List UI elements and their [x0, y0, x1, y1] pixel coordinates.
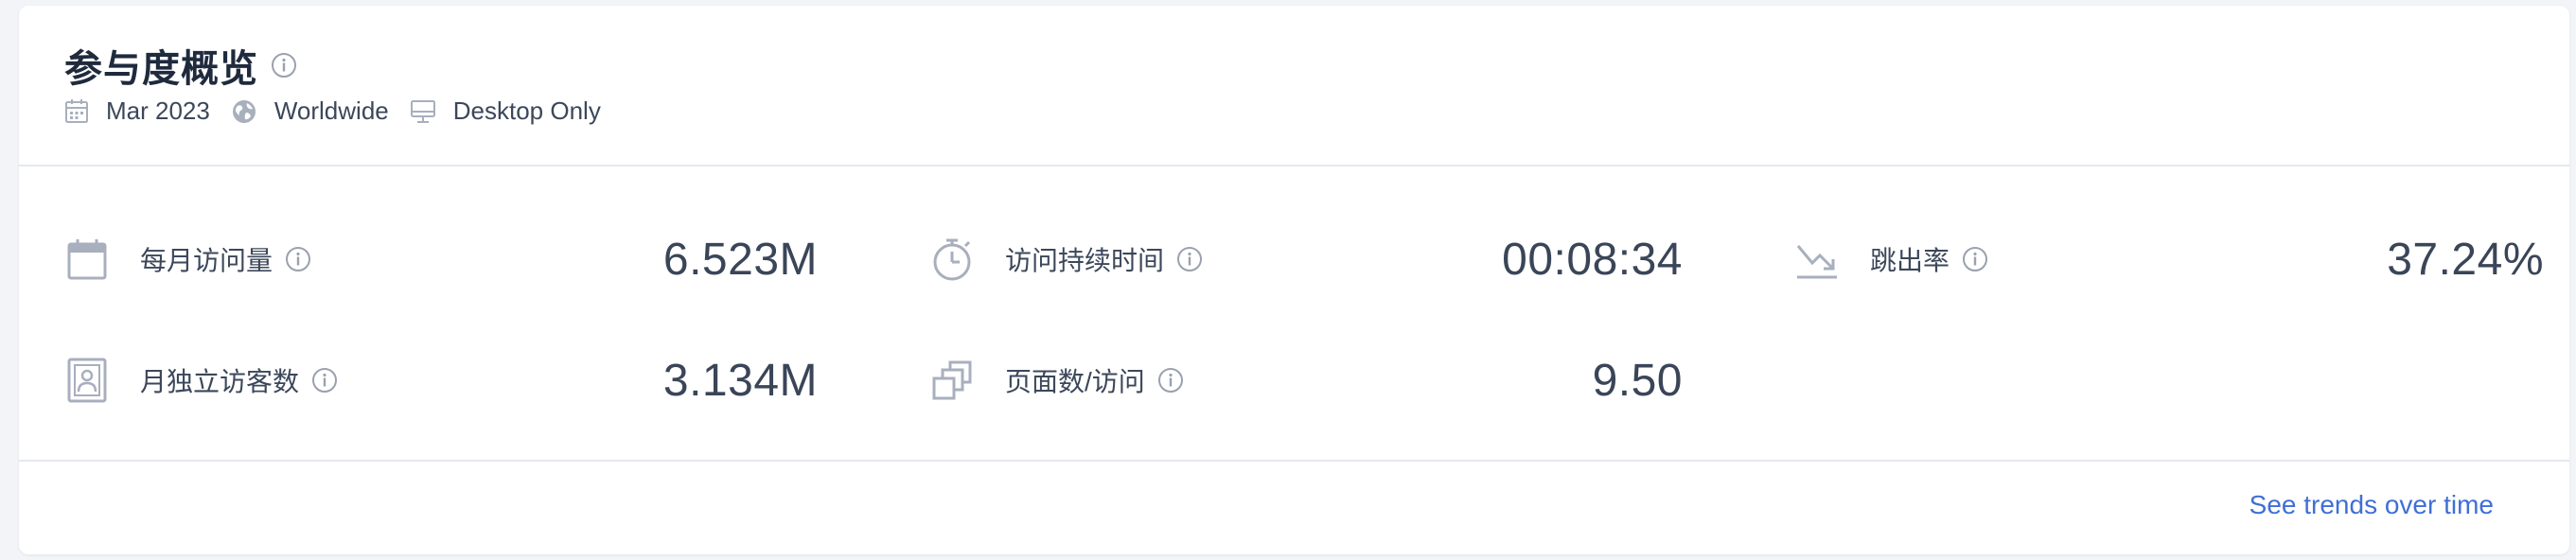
metric-value: 00:08:34	[1502, 234, 1683, 285]
metric-visit-duration: 访问持续时间 00:08:34	[929, 231, 1683, 288]
desktop-icon	[410, 99, 435, 123]
engagement-overview-card: 参与度概览 Mar 2023 Worldwide Desktop Only 每月…	[19, 6, 2569, 554]
filter-meta-row: Mar 2023 Worldwide Desktop Only	[64, 96, 622, 126]
metric-value: 3.134M	[662, 355, 818, 406]
bounce-arrow-icon	[1794, 236, 1840, 282]
info-icon[interactable]	[310, 366, 339, 394]
info-icon[interactable]	[1175, 245, 1204, 273]
see-trends-link[interactable]: See trends over time	[2250, 490, 2494, 520]
region-label: Worldwide	[273, 96, 389, 125]
date-filter: Mar 2023	[64, 96, 210, 126]
stopwatch-icon	[929, 236, 975, 282]
info-icon[interactable]	[1156, 366, 1185, 394]
info-icon[interactable]	[284, 245, 312, 273]
device-label: Desktop Only	[452, 96, 601, 125]
metric-label: 跳出率	[1870, 246, 1950, 275]
metric-label: 访问持续时间	[1005, 246, 1165, 275]
device-filter: Desktop Only	[410, 96, 601, 126]
metric-bounce-rate: 跳出率 37.24%	[1794, 231, 2544, 288]
globe-icon	[232, 99, 256, 123]
metric-value: 9.50	[1592, 355, 1683, 406]
title-row: 参与度概览	[64, 38, 298, 93]
calendar-small-icon	[65, 98, 88, 123]
metric-label: 页面数/访问	[1005, 367, 1145, 396]
metric-monthly-visits: 每月访问量 6.523M	[64, 231, 818, 288]
card-header: 参与度概览 Mar 2023 Worldwide Desktop Only	[19, 6, 2569, 166]
date-label: Mar 2023	[106, 96, 210, 125]
metric-pages-per-visit: 页面数/访问 9.50	[929, 352, 1683, 409]
metric-value: 6.523M	[662, 234, 818, 285]
metric-unique-visitors: 月独立访客数 3.134M	[64, 352, 818, 409]
region-filter: Worldwide	[231, 96, 389, 126]
pages-stack-icon	[929, 358, 975, 403]
calendar-icon	[64, 236, 110, 282]
page-title: 参与度概览	[64, 48, 258, 90]
metric-label: 月独立访客数	[140, 367, 300, 396]
contact-card-icon	[64, 358, 110, 403]
info-icon[interactable]	[270, 51, 298, 79]
info-icon[interactable]	[1961, 245, 1989, 273]
metric-label: 每月访问量	[140, 246, 273, 275]
metrics-grid: 每月访问量 6.523M 访问持续时间 00:08:34 跳出率 37.24% …	[19, 166, 2569, 462]
metric-value: 37.24%	[2387, 234, 2544, 285]
